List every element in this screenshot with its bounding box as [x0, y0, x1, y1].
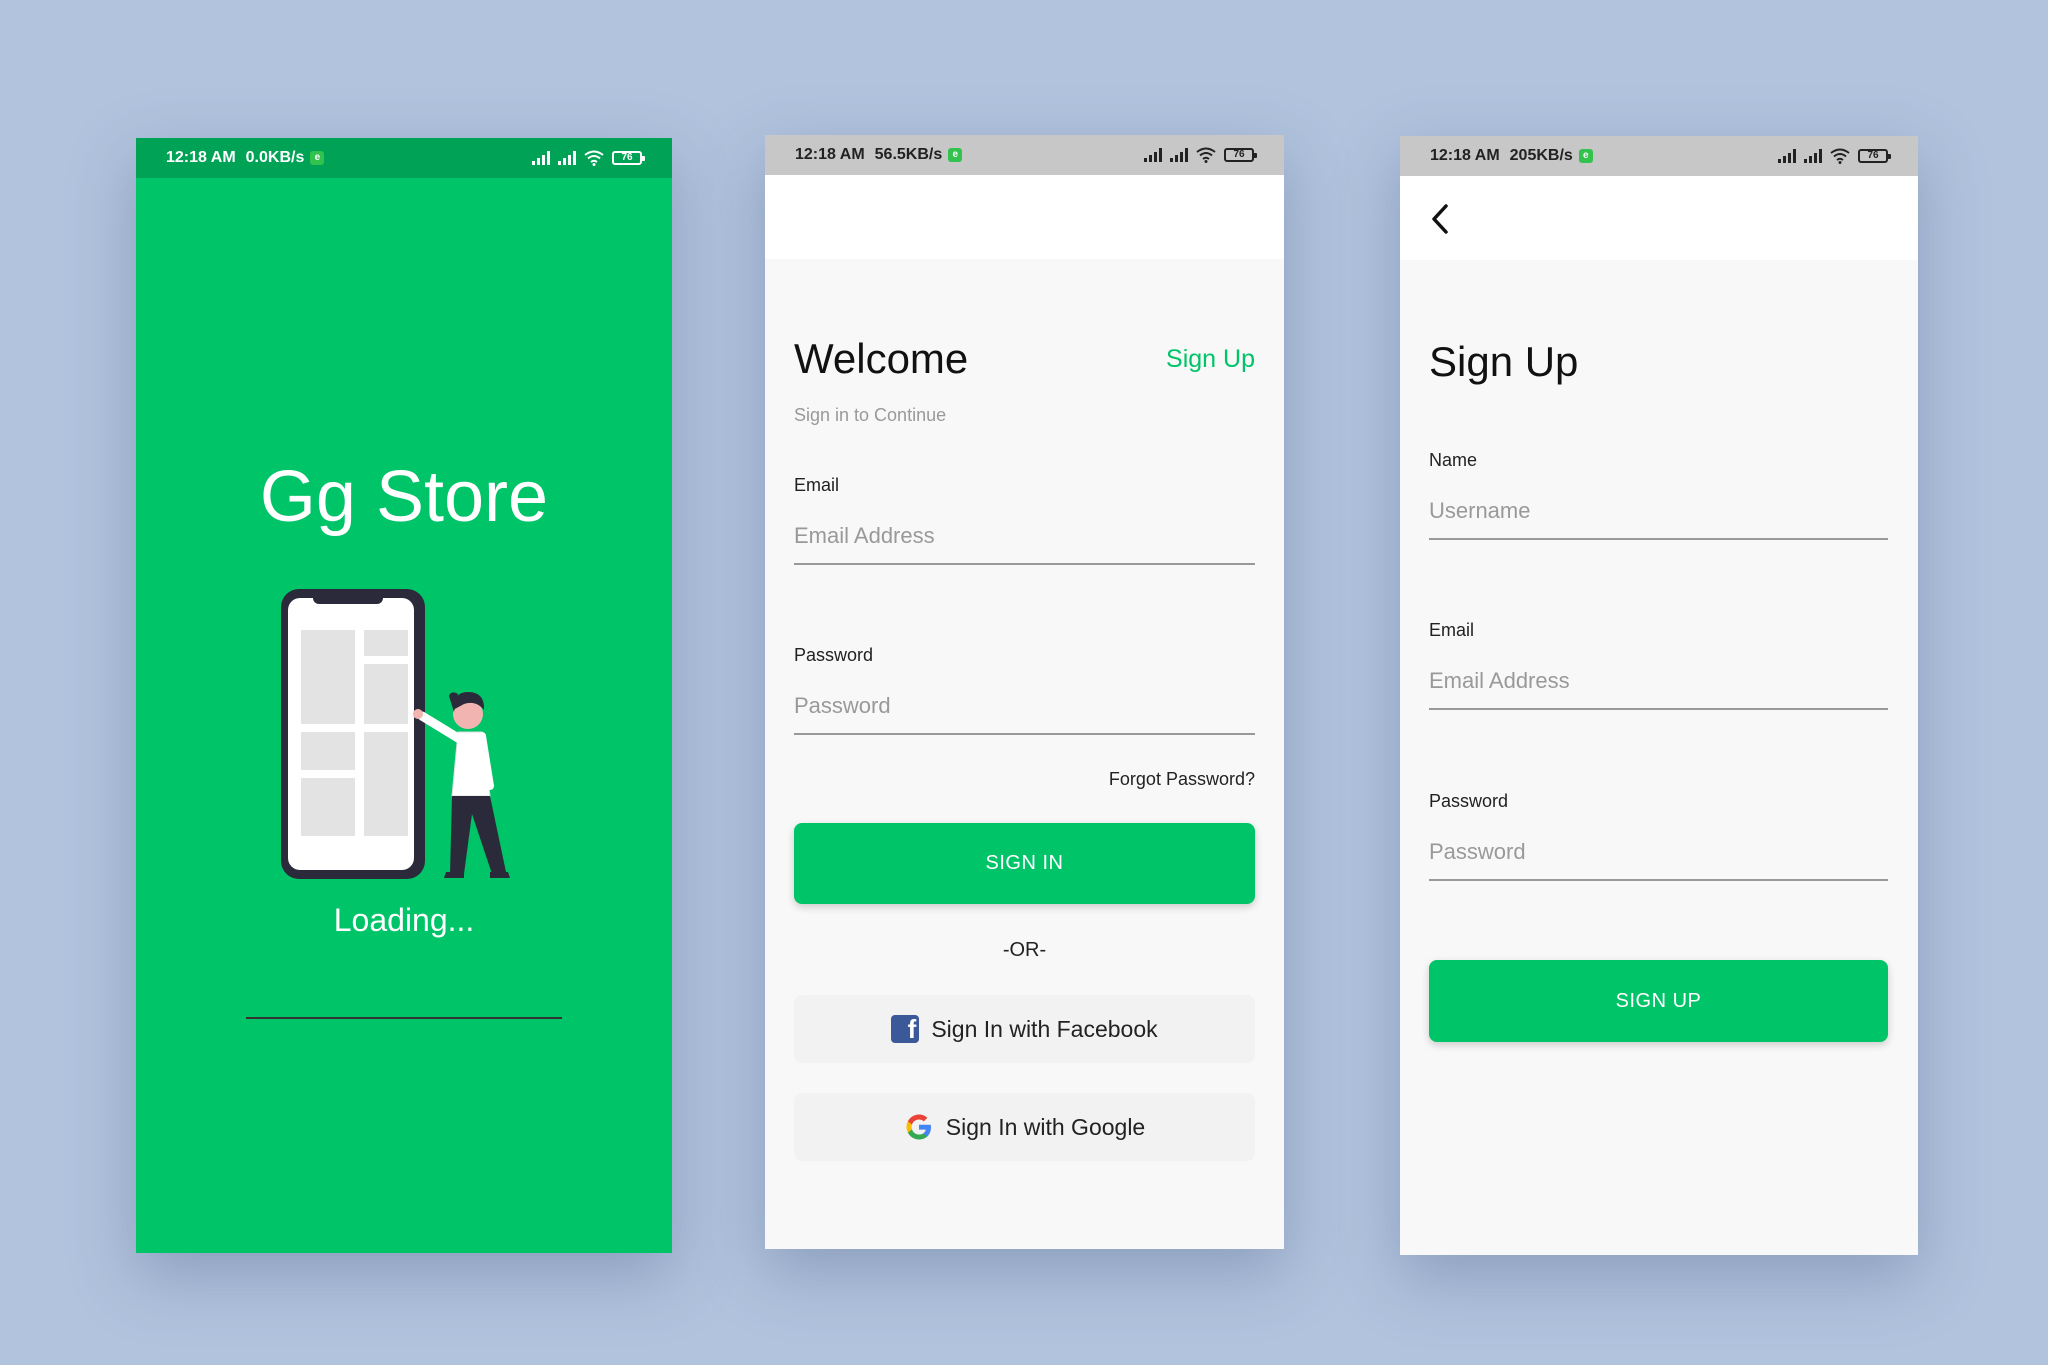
status-bar: 12:18 AM 0.0KB/s e 76	[136, 138, 672, 178]
signal-icon	[1144, 148, 1162, 162]
email-input[interactable]	[1429, 668, 1888, 710]
app-title: Gg Store	[259, 457, 549, 537]
app-bar	[1400, 176, 1918, 260]
signup-link[interactable]: Sign Up	[1166, 345, 1255, 374]
status-network-speed: 205KB/s	[1509, 147, 1573, 164]
chevron-left-icon[interactable]	[1428, 202, 1452, 236]
google-button-label: Sign In with Google	[945, 1113, 1146, 1140]
signal-icon	[532, 151, 550, 165]
page-title: Sign Up	[1429, 338, 1579, 385]
status-time: 12:18 AM	[166, 149, 236, 166]
email-input[interactable]	[794, 523, 1255, 565]
password-label: Password	[794, 645, 874, 665]
signal-icon	[1170, 148, 1188, 162]
password-input[interactable]	[794, 693, 1255, 735]
status-bar: 12:18 AM 205KB/s e 76	[1400, 136, 1918, 176]
signal-icon	[1804, 149, 1822, 163]
phone-woman-illustration	[246, 589, 562, 1019]
vpn-badge-icon: e	[948, 148, 963, 162]
or-divider: -OR-	[1002, 939, 1047, 961]
signal-icon	[1778, 149, 1796, 163]
page-title: Welcome	[794, 335, 969, 382]
signin-screen: 12:18 AM 56.5KB/s e 76 Welcome Sign Up S…	[765, 135, 1284, 1249]
username-input[interactable]	[1429, 498, 1888, 540]
signup-button[interactable]: SIGN UP	[1429, 960, 1888, 1042]
password-input[interactable]	[1429, 839, 1888, 881]
google-icon	[906, 1114, 931, 1140]
email-label: Email	[794, 475, 840, 495]
signup-screen: 12:18 AM 205KB/s e 76 Sign Up Name Email…	[1400, 136, 1918, 1255]
status-network-speed: 56.5KB/s	[874, 146, 943, 163]
facebook-button-label: Sign In with Facebook	[931, 1015, 1158, 1042]
wifi-icon	[1196, 147, 1216, 163]
status-time: 12:18 AM	[795, 146, 865, 163]
status-network-speed: 0.0KB/s	[245, 149, 305, 166]
signin-button[interactable]: SIGN IN	[794, 823, 1255, 904]
forgot-password-link[interactable]: Forgot Password?	[1109, 769, 1255, 790]
splash-screen: 12:18 AM 0.0KB/s e 76 Gg Store Loading..…	[136, 138, 672, 1253]
facebook-signin-button[interactable]: f Sign In with Facebook	[794, 995, 1255, 1063]
status-time: 12:18 AM	[1430, 147, 1500, 164]
vpn-badge-icon: e	[1578, 149, 1593, 163]
wifi-icon	[1830, 148, 1850, 164]
app-bar	[765, 175, 1284, 259]
loading-text: Loading...	[333, 902, 475, 938]
battery-icon: 76	[1224, 148, 1257, 162]
signal-icon	[558, 151, 576, 165]
google-signin-button[interactable]: Sign In with Google	[794, 1093, 1255, 1161]
battery-icon: 76	[1858, 149, 1891, 163]
vpn-badge-icon: e	[310, 151, 325, 165]
page-subtitle: Sign in to Continue	[794, 405, 947, 425]
name-label: Name	[1429, 450, 1478, 470]
password-label: Password	[1429, 791, 1509, 811]
status-bar: 12:18 AM 56.5KB/s e 76	[765, 135, 1284, 175]
wifi-icon	[584, 150, 604, 166]
email-label: Email	[1429, 620, 1475, 640]
facebook-icon: f	[891, 1014, 920, 1044]
battery-icon: 76	[612, 151, 645, 165]
